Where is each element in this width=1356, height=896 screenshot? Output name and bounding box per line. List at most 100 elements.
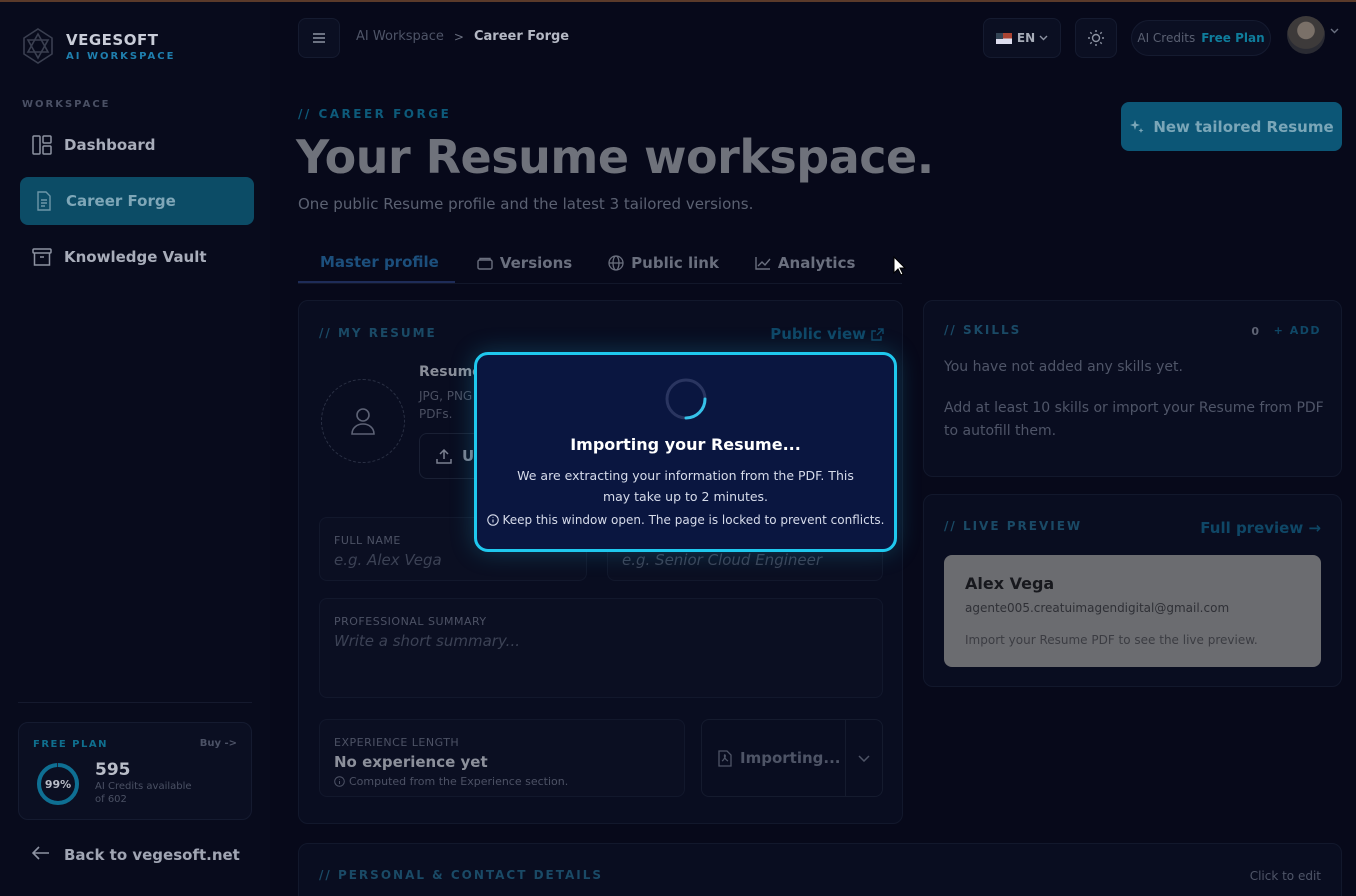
- tab-label: Analytics: [777, 254, 856, 272]
- add-skill-button[interactable]: + ADD: [1274, 324, 1321, 337]
- public-view-label: Public view: [770, 325, 866, 343]
- external-link-icon: [871, 327, 884, 341]
- experience-note: Computed from the Experience section.: [334, 775, 568, 788]
- full-name-placeholder: e.g. Alex Vega: [334, 551, 442, 569]
- public-view-link[interactable]: Public view: [770, 325, 884, 343]
- us-flag-icon: [995, 32, 1012, 44]
- skills-empty-text: You have not added any skills yet.: [944, 359, 1183, 375]
- upload-icon: [436, 448, 452, 464]
- import-options-toggle[interactable]: [846, 754, 882, 762]
- preview-email: agente005.creatuimagendigital@gmail.com: [965, 601, 1230, 615]
- credits-subtext: AI Credits available of 602: [95, 781, 192, 805]
- photo-placeholder[interactable]: [321, 379, 405, 463]
- skills-card: // SKILLS 0 + ADD You have not added any…: [923, 300, 1342, 477]
- credits-percent: 99%: [45, 778, 71, 791]
- back-link-label: Back to vegesoft.net: [64, 846, 240, 864]
- ai-credits-pill[interactable]: AI Credits Free Plan: [1131, 20, 1271, 56]
- page-subtitle: One public Resume profile and the latest…: [298, 195, 754, 213]
- sidebar-item-knowledge-vault[interactable]: Knowledge Vault: [20, 233, 254, 281]
- brand-subtitle: AI WORKSPACE: [66, 50, 176, 62]
- layers-icon: [477, 257, 493, 270]
- headline-placeholder: e.g. Senior Cloud Engineer: [622, 551, 823, 569]
- breadcrumb-ai-workspace[interactable]: AI Workspace: [356, 29, 444, 44]
- click-to-edit-hint: Click to edit: [1249, 869, 1321, 883]
- info-icon: [486, 514, 499, 526]
- workspace-section-label: WORKSPACE: [22, 99, 111, 110]
- pdf-file-icon: [718, 749, 732, 767]
- live-preview-card: // LIVE PREVIEW Full preview → Alex Vega…: [923, 494, 1342, 687]
- menu-toggle-button[interactable]: [298, 18, 340, 58]
- card-label: // LIVE PREVIEW: [944, 519, 1083, 533]
- chevron-down-icon[interactable]: [1330, 28, 1339, 34]
- personal-contact-card[interactable]: // PERSONAL & CONTACT DETAILS Click to e…: [298, 843, 1342, 896]
- vegesoft-logo-icon: [23, 28, 53, 64]
- page-title: Your Resume workspace.: [296, 130, 934, 184]
- upload-label: U: [462, 447, 475, 465]
- user-icon: [351, 408, 375, 435]
- sidebar-item-label: Knowledge Vault: [64, 248, 207, 266]
- full-preview-link[interactable]: Full preview →: [1200, 519, 1321, 537]
- modal-title: Importing your Resume...: [570, 435, 801, 454]
- tab-bar: Master profile Versions Public link Anal…: [298, 243, 891, 283]
- photo-hint: JPG, PNG PDFs.: [419, 389, 473, 421]
- card-label: // PERSONAL & CONTACT DETAILS: [319, 868, 604, 882]
- preview-name: Alex Vega: [965, 574, 1055, 593]
- credits-ring: 99%: [37, 763, 79, 805]
- sparkle-icon: [1130, 119, 1144, 133]
- theme-toggle-button[interactable]: [1075, 18, 1117, 58]
- page-eyebrow: // CAREER FORGE: [298, 107, 452, 121]
- tab-label: Versions: [499, 254, 573, 272]
- buy-credits-link[interactable]: Buy ->: [200, 738, 237, 749]
- archive-icon: [32, 247, 52, 267]
- import-pdf-button[interactable]: Importing...: [701, 719, 883, 797]
- tab-analytics[interactable]: Analytics: [755, 243, 855, 283]
- tab-versions[interactable]: Versions: [477, 243, 572, 283]
- modal-note: Keep this window open. The page is locke…: [477, 513, 894, 527]
- hamburger-icon: [313, 33, 325, 43]
- plan-name: Free Plan: [1201, 31, 1265, 45]
- mouse-cursor-icon: [893, 256, 907, 276]
- language-selector[interactable]: EN: [983, 18, 1061, 58]
- preview-note: Import your Resume PDF to see the live p…: [965, 633, 1258, 647]
- preview-box[interactable]: Alex Vega agente005.creatuimagendigital@…: [944, 555, 1321, 667]
- language-code: EN: [1016, 31, 1036, 45]
- sidebar-item-label: Career Forge: [66, 192, 176, 210]
- new-tailored-resume-button[interactable]: New tailored Resume: [1121, 102, 1342, 151]
- document-icon: [34, 191, 54, 211]
- back-to-site-link[interactable]: Back to vegesoft.net: [18, 832, 252, 878]
- photo-title: Resume: [419, 364, 482, 380]
- sidebar-item-dashboard[interactable]: Dashboard: [20, 121, 254, 169]
- importing-label: Importing...: [740, 749, 841, 767]
- chevron-down-icon: [858, 754, 870, 762]
- card-label: // MY RESUME: [319, 326, 437, 340]
- sidebar-item-label: Dashboard: [64, 136, 156, 154]
- sun-icon: [1088, 30, 1104, 46]
- sidebar: VEGESOFT AI WORKSPACE WORKSPACE Dashboar…: [0, 2, 270, 896]
- experience-note-text: Computed from the Experience section.: [349, 775, 569, 788]
- sidebar-item-career-forge[interactable]: Career Forge: [20, 177, 254, 225]
- plan-label: FREE PLAN: [33, 739, 108, 750]
- summary-field[interactable]: PROFESSIONAL SUMMARY Write a short summa…: [319, 598, 883, 698]
- globe-icon: [608, 255, 624, 271]
- tab-label: Master profile: [320, 253, 439, 271]
- summary-placeholder: Write a short summary...: [334, 632, 520, 650]
- importing-modal: Importing your Resume... We are extracti…: [474, 352, 897, 552]
- experience-label: EXPERIENCE LENGTH: [334, 736, 460, 749]
- tab-public-link[interactable]: Public link: [608, 243, 719, 283]
- user-avatar[interactable]: [1287, 16, 1325, 54]
- tab-label: Public link: [631, 254, 719, 272]
- new-button-label: New tailored Resume: [1153, 117, 1334, 136]
- tab-master-profile[interactable]: Master profile: [298, 243, 455, 283]
- skills-count: 0: [1251, 325, 1259, 338]
- card-label: // SKILLS: [944, 323, 1022, 337]
- modal-note-text: Keep this window open. The page is locke…: [502, 513, 885, 527]
- info-icon: [334, 776, 345, 787]
- tab-divider: [298, 283, 902, 284]
- breadcrumb-career-forge: Career Forge: [473, 29, 570, 44]
- dashboard-icon: [32, 135, 52, 155]
- import-pdf-main[interactable]: Importing...: [702, 720, 846, 796]
- experience-length-field: EXPERIENCE LENGTH No experience yet Comp…: [319, 719, 685, 797]
- brand[interactable]: VEGESOFT AI WORKSPACE: [18, 26, 175, 66]
- chevron-down-icon: [1039, 35, 1048, 41]
- ai-credits-label: AI Credits: [1137, 31, 1196, 45]
